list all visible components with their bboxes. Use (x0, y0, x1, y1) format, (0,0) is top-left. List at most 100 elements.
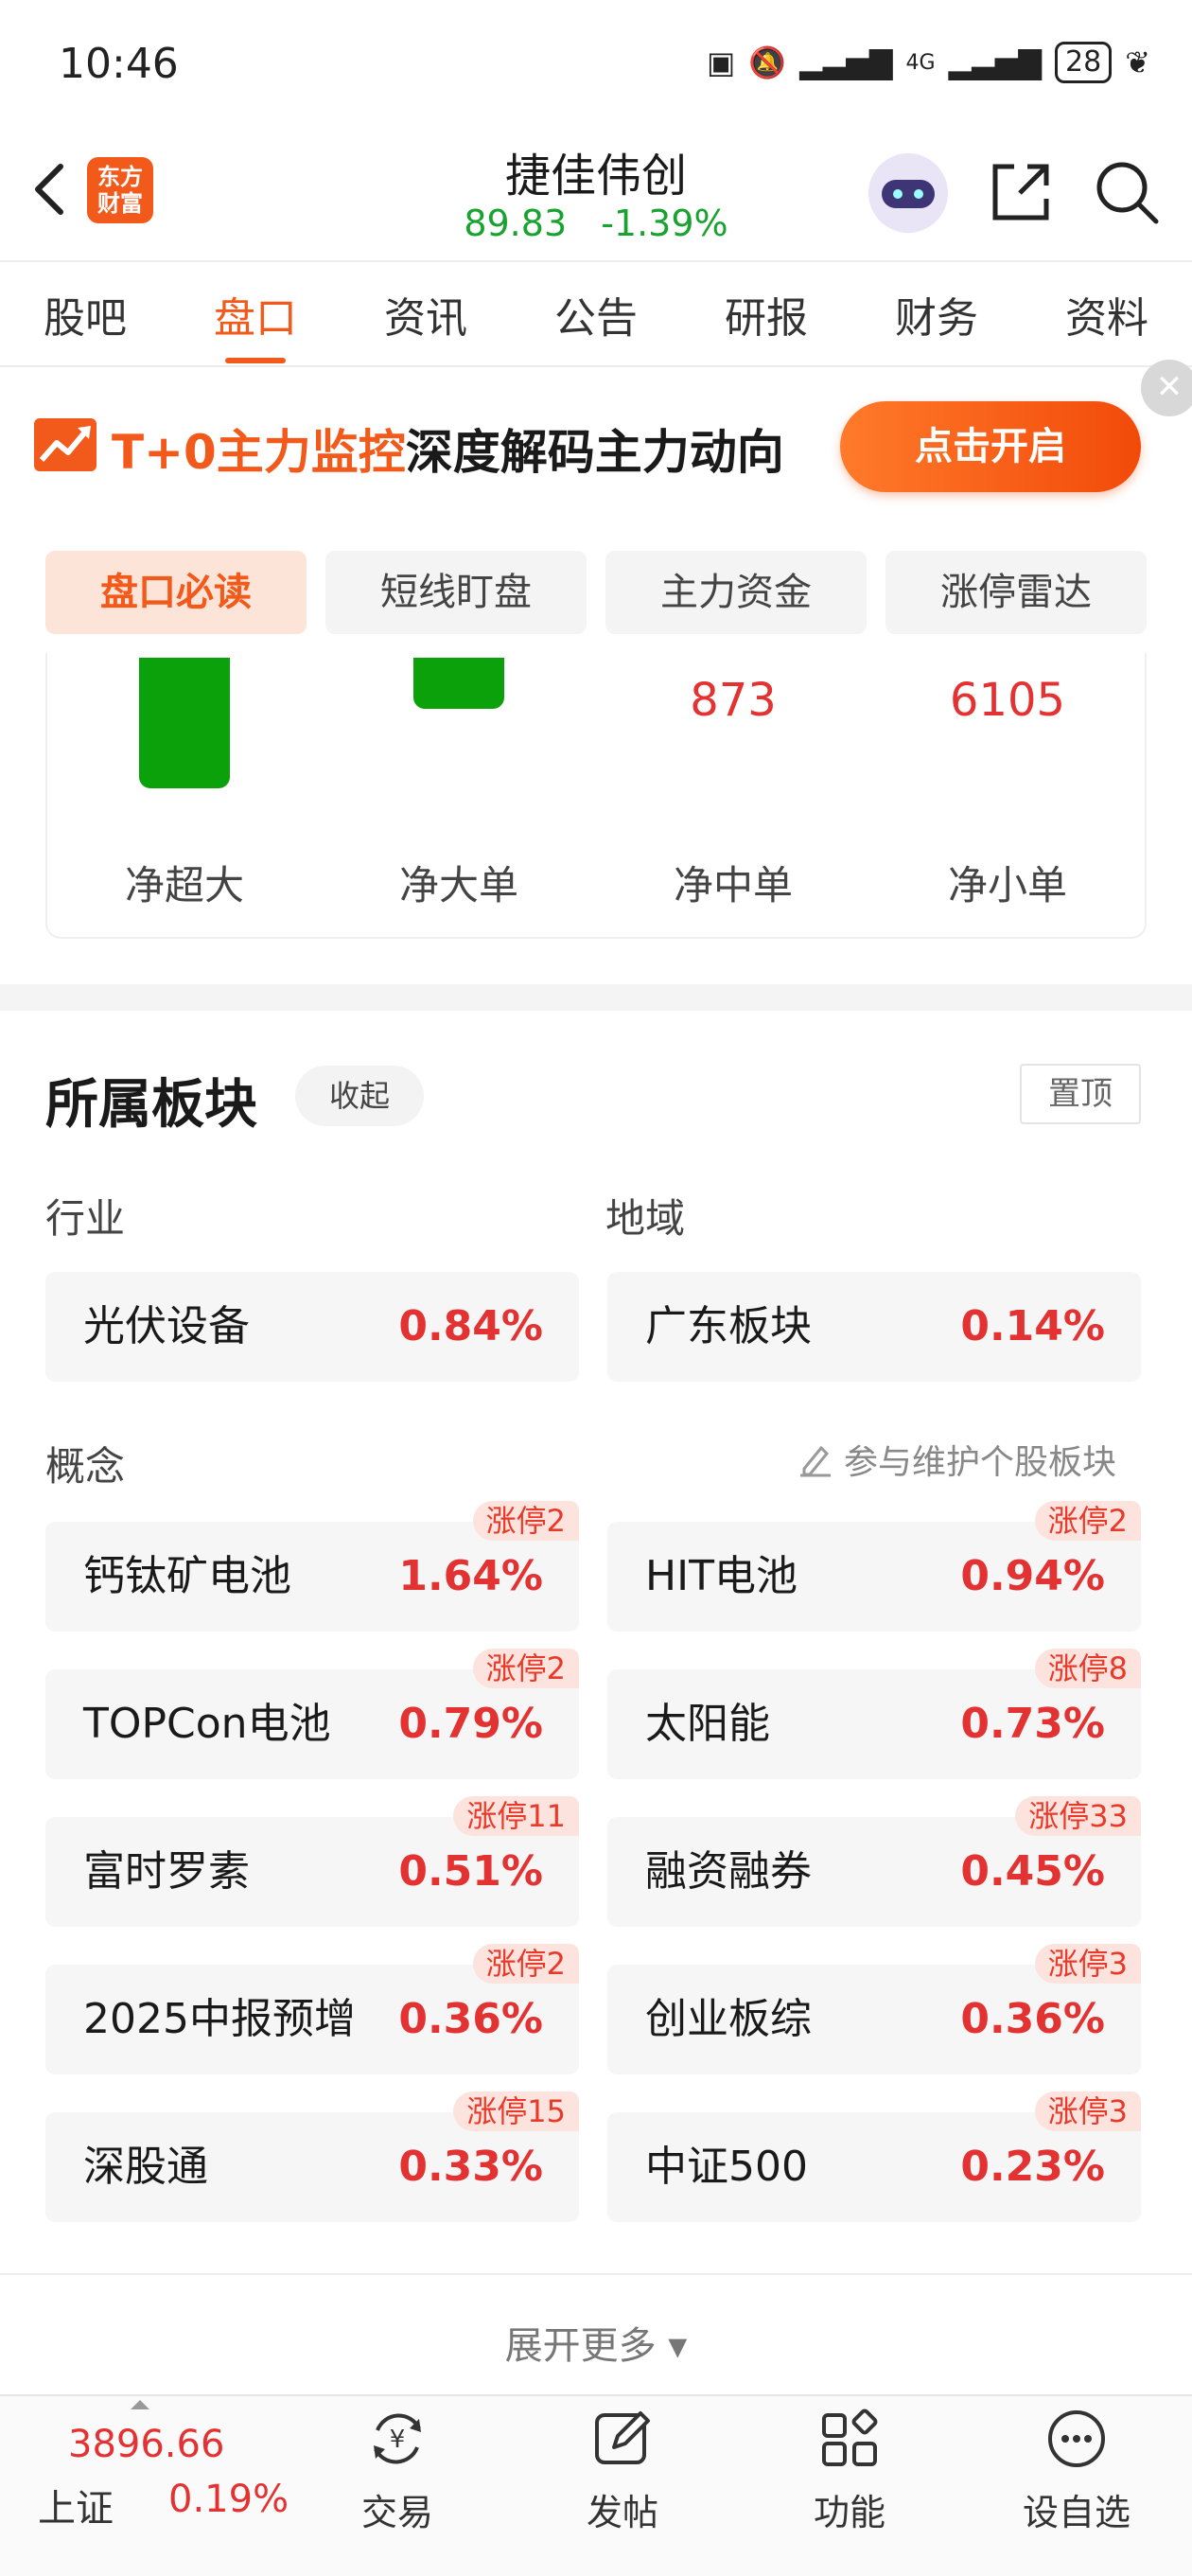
tile-pct: 0.51% (398, 1847, 543, 1896)
concept-label: 概念 (45, 1443, 126, 1490)
tile-pct: 0.36% (398, 1995, 543, 2043)
bar-large (413, 658, 504, 709)
tile-pct: 0.94% (960, 1552, 1105, 1600)
nav-label: 设自选 (1022, 2492, 1131, 2533)
trade-icon: ¥ (374, 2413, 421, 2464)
tile-name: 钙钛矿电池 (83, 1552, 291, 1600)
expand-more-button[interactable]: 展开更多 ▾ (0, 2315, 1192, 2370)
bar-super-large (139, 658, 230, 788)
pin-top-button[interactable]: 置顶 (1020, 1064, 1141, 1124)
more-icon (1048, 2410, 1105, 2467)
tile-name: 融资融券 (645, 1847, 812, 1896)
tab-finance[interactable]: 财务 (885, 284, 988, 344)
status-time: 10:46 (59, 40, 179, 88)
header-divider (0, 260, 1192, 262)
grid-icon (822, 2408, 878, 2466)
tile-pct: 1.64% (398, 1552, 543, 1600)
subtab-must-read[interactable]: 盘口必读 (45, 551, 307, 634)
banner-highlight: T+0主力监控 (112, 425, 406, 480)
tile-name: TOPCon电池 (83, 1700, 331, 1748)
tile-pct: 0.36% (960, 1995, 1105, 2043)
tile-pct: 0.23% (960, 2143, 1105, 2191)
region-tile[interactable]: 广东板块 0.14% (607, 1272, 1141, 1382)
nav-trade[interactable]: ¥ 交易 (331, 2406, 464, 2535)
nav-add-watchlist[interactable]: 设自选 (1010, 2406, 1143, 2535)
nav-functions[interactable]: 功能 (783, 2406, 916, 2535)
index-change[interactable]: 0.19% (168, 2478, 289, 2521)
tab-pankou[interactable]: 盘口 (204, 284, 307, 363)
status-icons: ▣ 🔕 ▂▃▅▇ 4G ▂▃▅▇ 28 ❦ (707, 42, 1150, 83)
main-tabs: 股吧 盘口 资讯 公告 研报 财务 资料 (0, 263, 1192, 365)
signal-icon: ▂▃▅▇ (799, 44, 893, 80)
banner-desc: 深度解码主力动向 (405, 425, 784, 480)
tab-profile[interactable]: 资料 (1056, 284, 1158, 344)
banner-text: T+0主力监控深度解码主力动向 (112, 415, 784, 483)
concept-tile[interactable]: 涨停15 深股通 0.33% (45, 2091, 579, 2222)
share-icon[interactable] (986, 157, 1056, 227)
concept-tile[interactable]: 涨停11 富时罗素 0.51% (45, 1796, 579, 1927)
concept-tile[interactable]: 涨停3 创业板综 0.36% (607, 1944, 1141, 2074)
robot-eye-left (893, 189, 903, 199)
subtab-main-funds[interactable]: 主力资金 (605, 551, 867, 634)
tab-guba[interactable]: 股吧 (34, 284, 136, 344)
concept-tile[interactable]: 涨停2 HIT电池 0.94% (607, 1501, 1141, 1632)
index-name[interactable]: 上证 (38, 2478, 114, 2532)
tile-name: 广东板块 (645, 1302, 812, 1350)
mute-icon: 🔕 (748, 44, 787, 80)
ai-assistant-icon[interactable] (868, 153, 948, 233)
tile-name: 中证500 (645, 2143, 808, 2191)
tile-pct: 0.14% (960, 1302, 1105, 1350)
label-super-large: 净超大 (124, 862, 244, 909)
svg-text:¥: ¥ (390, 2426, 406, 2454)
robot-eye-right (914, 189, 923, 199)
post-icon (595, 2411, 650, 2464)
section-separator (0, 984, 1192, 1011)
value-small: 6105 (949, 674, 1066, 727)
tile-pct: 0.45% (960, 1847, 1105, 1896)
leaf-icon: ❦ (1125, 44, 1150, 80)
edit-icon (800, 1445, 831, 1477)
robot-face (882, 180, 935, 208)
collapse-button[interactable]: 收起 (295, 1066, 424, 1126)
concept-tile[interactable]: 涨停2 钙钛矿电池 1.64% (45, 1501, 579, 1632)
label-small: 净小单 (947, 862, 1067, 909)
concept-tile[interactable]: 涨停3 中证500 0.23% (607, 2091, 1141, 2222)
tile-pct: 0.33% (398, 2143, 543, 2191)
tile-name: 深股通 (83, 2143, 208, 2191)
nav-label: 交易 (360, 2492, 433, 2533)
stock-change: -1.39% (601, 203, 728, 244)
industry-tile[interactable]: 光伏设备 0.84% (45, 1272, 579, 1382)
maintain-text: 参与维护个股板块 (844, 1443, 1117, 1482)
nav-post[interactable]: 发帖 (556, 2406, 689, 2535)
label-large: 净大单 (398, 862, 518, 909)
value-medium: 873 (690, 674, 777, 727)
concept-tile[interactable]: 涨停2 2025中报预增 0.36% (45, 1944, 579, 2074)
nav-label: 功能 (813, 2492, 885, 2533)
tile-pct: 0.73% (960, 1700, 1105, 1748)
tile-name: HIT电池 (645, 1552, 798, 1600)
tab-news[interactable]: 资讯 (375, 284, 477, 344)
tab-announcements[interactable]: 公告 (545, 284, 647, 344)
close-icon[interactable]: ✕ (1141, 360, 1192, 416)
index-value[interactable]: 3896.66 (68, 2423, 224, 2466)
fund-flow-card: 873 6105 净超大 净大单 净中单 净小单 (45, 653, 1147, 939)
section-title: 所属板块 (45, 1074, 257, 1136)
region-label: 地域 (605, 1195, 686, 1242)
tile-pct: 0.79% (398, 1700, 543, 1748)
caret-up-icon (131, 2400, 149, 2409)
signal-icon-2: ▂▃▅▇ (948, 44, 1042, 80)
industry-label: 行业 (45, 1195, 126, 1242)
subtab-limit-up-radar[interactable]: 涨停雷达 (885, 551, 1147, 634)
stock-price: 89.83 (464, 203, 568, 244)
tile-pct: 0.84% (398, 1302, 543, 1350)
search-icon[interactable] (1092, 157, 1162, 227)
tab-research[interactable]: 研报 (715, 284, 817, 344)
concept-tile[interactable]: 涨停2 TOPCon电池 0.79% (45, 1649, 579, 1779)
open-monitor-button[interactable]: 点击开启 (840, 401, 1141, 492)
tile-name: 创业板综 (645, 1995, 812, 2043)
subtab-short-term[interactable]: 短线盯盘 (325, 551, 587, 634)
concept-tile[interactable]: 涨停33 融资融券 0.45% (607, 1796, 1141, 1927)
concept-tile[interactable]: 涨停8 太阳能 0.73% (607, 1649, 1141, 1779)
maintain-sectors-link[interactable]: 参与维护个股板块 (797, 1435, 1116, 1484)
sub-tabs: 盘口必读 短线盯盘 主力资金 涨停雷达 (45, 551, 1147, 634)
